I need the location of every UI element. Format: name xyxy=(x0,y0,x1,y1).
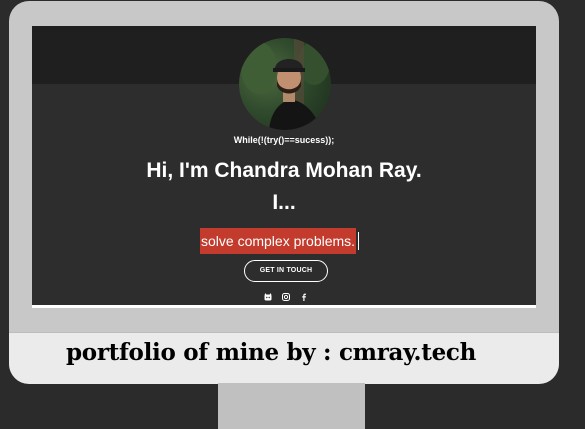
intro-headline: Hi, I'm Chandra Mohan Ray. xyxy=(146,159,422,182)
screen-bottom-edge xyxy=(32,305,536,308)
code-tagline: While(!(try()==sucess)); xyxy=(233,135,335,145)
social-links xyxy=(263,292,308,301)
facebook-icon[interactable] xyxy=(299,292,308,301)
monitor-stand xyxy=(218,383,365,429)
github-icon[interactable] xyxy=(263,292,272,301)
typing-cursor xyxy=(358,232,360,250)
intro-headline-continuation: I... xyxy=(272,191,296,214)
typed-text-row: solve complex problems. xyxy=(200,228,360,254)
get-in-touch-button[interactable]: GET IN TOUCH xyxy=(244,260,328,282)
instagram-icon[interactable] xyxy=(281,292,290,301)
profile-avatar xyxy=(239,38,331,130)
website-screen: While(!(try()==sucess)); Hi, I'm Chandra… xyxy=(32,26,536,308)
portfolio-caption: portfolio of mine by : cmray.tech xyxy=(66,339,477,366)
typed-highlight-text: solve complex problems. xyxy=(200,228,357,254)
